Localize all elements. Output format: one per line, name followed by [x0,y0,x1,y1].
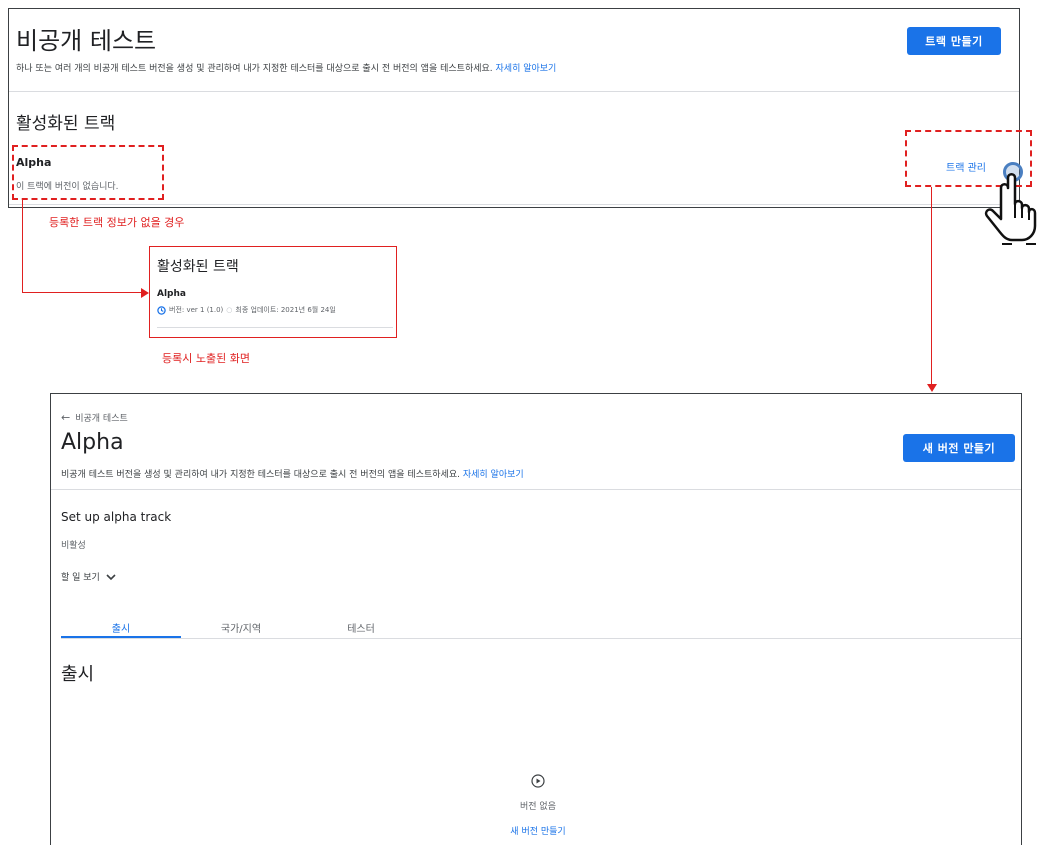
pointer-hand-icon [984,173,1037,245]
todo-label[interactable]: 할 일 보기 [61,570,100,583]
arrow-head-right [141,288,149,298]
release-heading: 출시 [61,664,95,685]
annotation-connector [22,292,142,293]
tab-countries[interactable]: 국가/지역 [181,620,301,635]
separator-dot: ○ [226,306,233,314]
learn-more-link[interactable]: 자세히 알아보기 [463,470,524,480]
divider [9,91,1019,92]
track-status: 비활성 [61,541,86,551]
annotation-connector [931,187,932,387]
todo-toggle[interactable]: 할 일 보기 [61,570,116,583]
divider [157,327,393,328]
version-info: 버전: ver 1 (1.0) [169,306,224,314]
divider [51,489,1021,490]
create-track-button[interactable]: 트랙 만들기 [907,27,1001,55]
divider [9,204,1019,205]
tab-release[interactable]: 출시 [61,620,181,635]
registered-track-preview: 활성화된 트랙 Alpha 버전: ver 1 (1.0) ○ 최종 업데이트:… [149,246,397,338]
page-title: 비공개 테스트 [16,27,157,55]
last-update: 최종 업데이트: 2021년 6월 24일 [235,306,336,314]
breadcrumb[interactable]: ← 비공개 테스트 [61,411,128,424]
clock-icon [157,305,166,315]
arrow-head-down [927,384,937,392]
description-text: 비공개 테스트 버전을 생성 및 관리하여 내가 지정한 테스터를 대상으로 출… [61,470,460,480]
page-description: 하나 또는 여러 개의 비공개 테스트 버전을 생성 및 관리하여 내가 지정한… [16,61,556,74]
no-track-info-highlight [12,145,164,200]
tab-testers[interactable]: 테스터 [301,620,421,635]
back-arrow-icon[interactable]: ← [61,411,70,424]
track-name: Alpha [157,289,186,299]
back-link[interactable]: 비공개 테스트 [75,411,128,424]
active-tracks-heading: 활성화된 트랙 [157,259,239,275]
alpha-track-page: ← 비공개 테스트 Alpha 비공개 테스트 버전을 생성 및 관리하여 내가… [50,393,1022,845]
annotation-connector [22,200,23,293]
setup-title: Set up alpha track [61,510,172,524]
registered-caption: 등록시 노출된 화면 [162,352,250,365]
create-version-link[interactable]: 새 버전 만들기 [488,824,588,837]
active-tracks-heading: 활성화된 트랙 [16,114,116,134]
description-text: 하나 또는 여러 개의 비공개 테스트 버전을 생성 및 관리하여 내가 지정한… [16,64,493,74]
play-circle-icon [531,774,545,788]
no-info-caption: 등록한 트랙 정보가 없을 경우 [49,216,185,229]
create-version-button[interactable]: 새 버전 만들기 [903,434,1015,462]
track-version-row: 버전: ver 1 (1.0) ○ 최종 업데이트: 2021년 6월 24일 [157,305,336,315]
learn-more-link[interactable]: 자세히 알아보기 [496,64,557,74]
tabs-divider [61,638,1021,639]
empty-state-label: 버전 없음 [520,802,556,812]
page-description: 비공개 테스트 버전을 생성 및 관리하여 내가 지정한 테스터를 대상으로 출… [61,467,524,480]
page-title: Alpha [61,430,124,455]
chevron-down-icon[interactable] [106,573,116,581]
